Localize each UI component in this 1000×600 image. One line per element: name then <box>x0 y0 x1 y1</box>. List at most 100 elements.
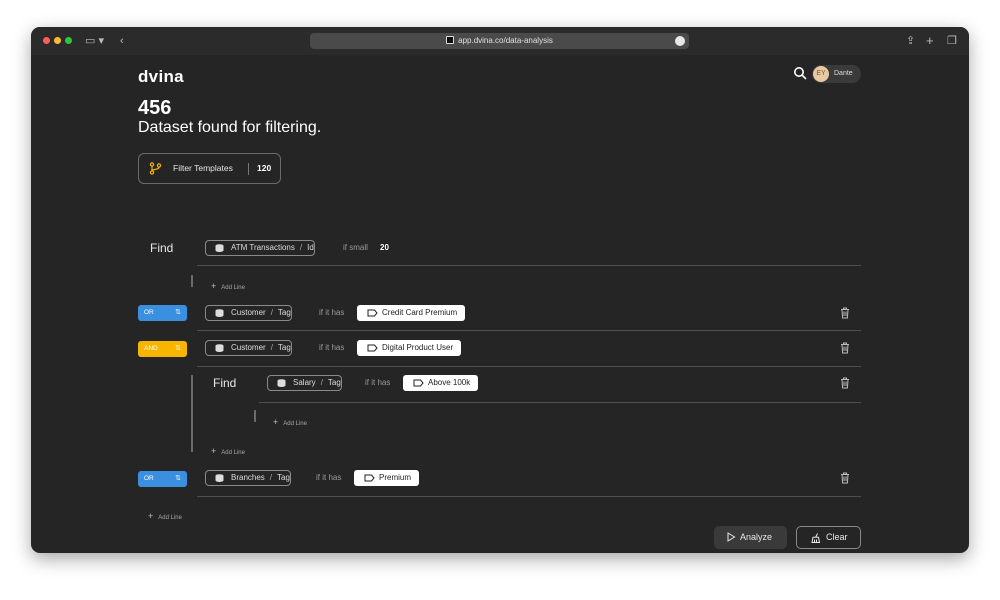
sidebar-toggle-icon[interactable]: ▭ ▾ <box>85 33 104 49</box>
root-field-selector[interactable]: ATM Transactions / Id <box>205 240 315 256</box>
find-label: Find <box>150 241 174 255</box>
field-name: Id <box>307 243 314 252</box>
tag-label: Digital Product User <box>382 343 454 352</box>
tag-icon <box>367 309 378 317</box>
logic-label: OR <box>144 475 154 482</box>
tag-chip[interactable]: Credit Card Premium <box>357 305 466 321</box>
search-icon[interactable] <box>793 66 807 80</box>
path-separator: / <box>269 473 273 482</box>
field-selector[interactable]: Branches / Tag <box>205 470 291 486</box>
group-bracket <box>191 375 193 452</box>
condition-operator[interactable]: if it has <box>319 308 344 317</box>
condition-operator[interactable]: if it has <box>316 473 341 482</box>
database-icon <box>215 474 224 482</box>
logic-toggle-and[interactable]: AND ⇅ <box>138 341 187 357</box>
swap-icon: ⇅ <box>175 309 181 316</box>
close-window-button[interactable] <box>43 37 50 44</box>
plus-icon: + <box>148 511 154 521</box>
database-icon <box>215 244 224 252</box>
divider <box>248 163 249 175</box>
browser-titlebar: ▭ ▾ ‹ app.dvina.co/data-analysis ⇪ + ❐ <box>31 27 969 55</box>
user-menu[interactable]: EY Dante <box>812 65 861 83</box>
condition-value[interactable]: 20 <box>380 243 389 252</box>
table-name: ATM Transactions <box>231 243 295 252</box>
tag-icon <box>364 474 375 482</box>
plus-icon: + <box>211 446 217 456</box>
address-bar[interactable]: app.dvina.co/data-analysis <box>310 33 689 49</box>
back-icon[interactable]: ‹ <box>120 33 124 49</box>
trash-icon[interactable] <box>840 342 850 354</box>
database-icon <box>215 309 224 317</box>
row-divider <box>197 366 861 367</box>
filter-templates-count: 120 <box>257 163 272 173</box>
play-icon <box>727 532 736 542</box>
tag-label: Above 100k <box>428 378 471 387</box>
row-divider <box>197 496 861 497</box>
avatar: EY <box>813 66 829 82</box>
table-name: Salary <box>293 378 316 387</box>
table-name: Customer <box>231 308 266 317</box>
condition-operator[interactable]: if it has <box>319 343 344 352</box>
add-line-label: Add Line <box>283 421 307 427</box>
field-name: Tag <box>327 378 341 387</box>
filter-templates-label: Filter Templates <box>173 163 233 173</box>
tag-icon <box>413 379 424 387</box>
tag-chip[interactable]: Above 100k <box>403 375 479 391</box>
tag-label: Credit Card Premium <box>382 308 458 317</box>
page-subtitle: Dataset found for filtering. <box>138 119 322 136</box>
add-line-label: Add Line <box>158 515 182 521</box>
table-name: Branches <box>231 473 265 482</box>
share-icon[interactable]: ⇪ <box>906 33 915 49</box>
trash-icon[interactable] <box>840 307 850 319</box>
field-selector[interactable]: Customer / Tag <box>205 305 292 321</box>
group-find-label: Find <box>213 376 237 390</box>
minimize-window-button[interactable] <box>54 37 61 44</box>
add-line-button[interactable]: + Add Line <box>148 511 182 521</box>
path-separator: / <box>320 378 323 387</box>
row-divider <box>259 402 861 403</box>
table-name: Customer <box>231 343 266 352</box>
result-count: 456 <box>138 97 172 119</box>
tab-overview-icon[interactable]: ❐ <box>947 33 957 49</box>
zoom-window-button[interactable] <box>65 37 72 44</box>
url-text: app.dvina.co/data-analysis <box>458 36 553 45</box>
swap-icon: ⇅ <box>175 475 181 482</box>
logic-label: OR <box>144 309 154 316</box>
database-icon <box>277 379 286 387</box>
tag-chip[interactable]: Digital Product User <box>357 340 462 356</box>
path-separator: / <box>270 343 273 352</box>
condition-operator[interactable]: if small <box>343 243 368 252</box>
add-line-button[interactable]: + Add Line <box>211 446 245 456</box>
page-menu-icon[interactable] <box>675 36 685 46</box>
tag-chip[interactable]: Premium <box>354 470 420 486</box>
group-connector <box>191 275 193 287</box>
trash-icon[interactable] <box>840 377 850 389</box>
new-tab-icon[interactable]: + <box>926 33 934 49</box>
logic-toggle-or[interactable]: OR ⇅ <box>138 471 187 487</box>
add-line-button[interactable]: + Add Line <box>273 417 307 427</box>
add-line-label: Add Line <box>221 285 245 291</box>
field-name: Tag <box>277 308 291 317</box>
condition-operator[interactable]: if it has <box>365 378 390 387</box>
group-connector <box>254 410 256 422</box>
clear-label: Clear <box>826 532 848 542</box>
tag-icon <box>367 344 378 352</box>
logic-toggle-or[interactable]: OR ⇅ <box>138 305 187 321</box>
add-line-label: Add Line <box>221 450 245 456</box>
filter-templates-button[interactable]: Filter Templates 120 <box>138 153 281 184</box>
app-logo[interactable]: dvina <box>138 67 184 87</box>
field-selector[interactable]: Customer / Tag <box>205 340 292 356</box>
database-icon <box>215 344 224 352</box>
field-name: Tag <box>277 473 290 482</box>
tag-label: Premium <box>379 473 412 482</box>
clear-button[interactable]: Clear <box>796 526 861 549</box>
path-separator: / <box>299 243 303 252</box>
field-name: Tag <box>277 343 291 352</box>
add-line-button[interactable]: + Add Line <box>211 281 245 291</box>
group-field-selector[interactable]: Salary / Tag <box>267 375 342 391</box>
site-favicon-icon <box>446 36 455 44</box>
user-name: Dante <box>834 70 853 77</box>
analyze-button[interactable]: Analyze <box>714 526 787 549</box>
logic-label: AND <box>144 345 158 352</box>
trash-icon[interactable] <box>840 472 850 484</box>
